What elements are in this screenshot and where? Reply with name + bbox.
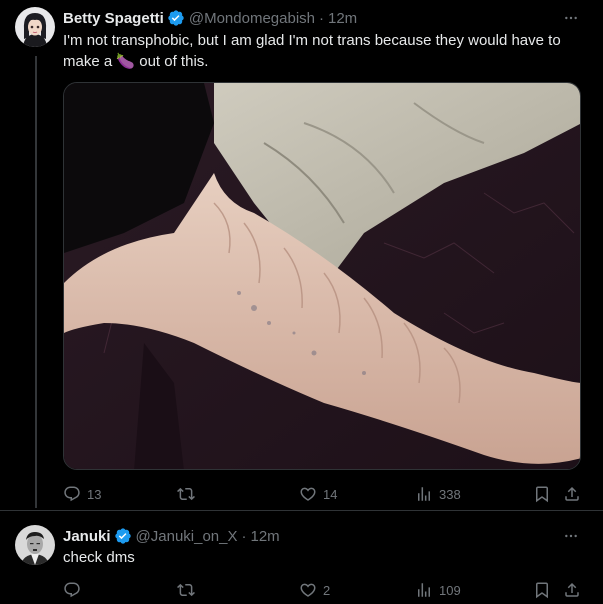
share-button[interactable]	[563, 580, 581, 600]
verified-badge-icon[interactable]	[114, 527, 132, 545]
reply-author-handle[interactable]: @Januki_on_X	[136, 528, 238, 545]
bookmark-button[interactable]	[533, 484, 551, 504]
author-handle[interactable]: @Mondomegabish	[189, 10, 315, 27]
views-button[interactable]: 338	[415, 484, 461, 504]
share-icon	[565, 486, 579, 501]
reply-header: Januki @Januki_on_X · 12m	[63, 526, 280, 546]
repost-icon	[177, 487, 195, 501]
reply-timestamp[interactable]: 12m	[251, 528, 280, 545]
repost-button[interactable]	[177, 580, 201, 600]
tweet-photo[interactable]	[63, 82, 581, 470]
reply-author-name[interactable]: Januki	[63, 528, 111, 545]
like-button[interactable]: 14	[299, 484, 337, 504]
like-icon	[300, 487, 316, 501]
verified-badge-icon[interactable]	[167, 9, 185, 27]
thread-connector-line	[35, 56, 37, 508]
tweet-header: Betty Spagetti @Mondomegabish · 12m	[63, 8, 357, 28]
reply-icon	[64, 582, 80, 598]
more-icon[interactable]	[561, 8, 581, 28]
separator-dot: ·	[241, 527, 247, 545]
repost-icon	[177, 583, 195, 597]
separator-dot: ·	[319, 9, 324, 27]
views-button[interactable]: 109	[415, 580, 461, 600]
tweet-action-bar: 13 14 338	[63, 484, 583, 504]
avatar[interactable]	[15, 7, 55, 47]
reply-button[interactable]	[63, 580, 87, 600]
tweet-divider	[0, 510, 603, 511]
reply-icon	[64, 486, 80, 502]
more-icon[interactable]	[561, 526, 581, 546]
like-icon	[300, 583, 316, 597]
bookmark-icon	[536, 582, 548, 599]
tweet-text-line1: I'm not transphobic, but I am glad I'm n…	[63, 32, 561, 49]
reply-text: check dms	[63, 549, 135, 566]
views-count: 338	[439, 486, 461, 502]
tweet-text: I'm not transphobic, but I am glad I'm n…	[63, 31, 593, 72]
views-icon	[418, 487, 430, 501]
repost-button[interactable]	[177, 484, 201, 504]
reply-button[interactable]: 13	[63, 484, 101, 504]
like-count: 2	[323, 582, 331, 598]
timestamp[interactable]: 12m	[328, 10, 357, 27]
reply-action-bar: 2 109	[63, 580, 583, 600]
views-count: 109	[439, 582, 461, 598]
author-name[interactable]: Betty Spagetti	[63, 10, 164, 27]
share-button[interactable]	[563, 484, 581, 504]
like-count: 14	[323, 486, 338, 502]
eggplant-emoji: 🍆	[116, 52, 136, 70]
views-icon	[418, 583, 430, 597]
tweet-text-after-emoji: out of this.	[139, 53, 209, 70]
tweet-text-line2: make a 🍆 out of this.	[63, 51, 593, 72]
share-icon	[565, 582, 579, 597]
tweet-text-before-emoji: make a	[63, 53, 113, 70]
like-button[interactable]: 2	[299, 580, 330, 600]
bookmark-button[interactable]	[533, 580, 551, 600]
reply-count: 13	[87, 486, 102, 502]
bookmark-icon	[536, 486, 548, 503]
reply-avatar[interactable]	[15, 525, 55, 565]
